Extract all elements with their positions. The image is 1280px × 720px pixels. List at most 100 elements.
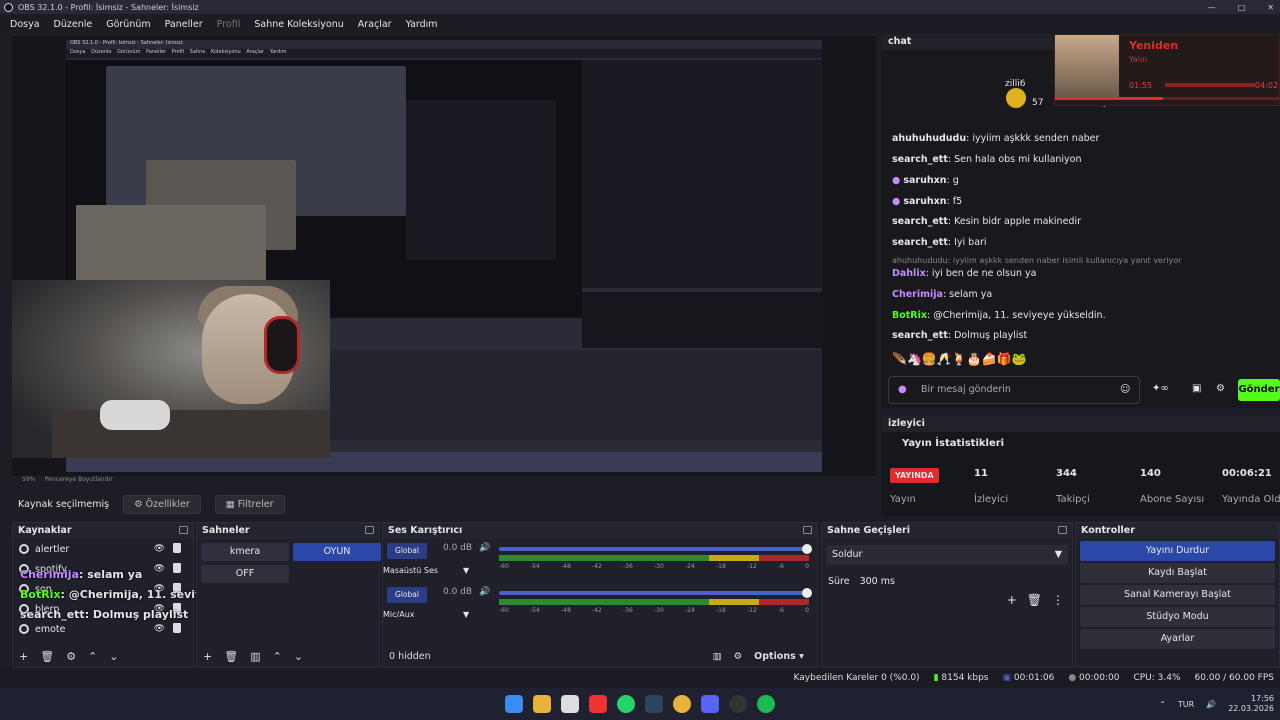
- properties-button[interactable]: ⚙ Özellikler: [123, 494, 201, 514]
- undock-icon[interactable]: [1058, 526, 1067, 534]
- add-scene-icon[interactable]: +: [203, 650, 212, 663]
- scene-off[interactable]: OFF: [201, 565, 289, 583]
- uptime-label: Yayında Olduğu Süre: [1222, 494, 1280, 505]
- transitions-dock: Sahne Geçişleri Soldur ▼ Süre 300 ms + 🗑 …: [821, 522, 1073, 668]
- start-recording-button[interactable]: Kaydı Başlat: [1080, 563, 1275, 583]
- add-transition-icon[interactable]: +: [1007, 593, 1017, 607]
- visibility-eye-icon[interactable]: 👁: [154, 624, 165, 634]
- move-up-icon[interactable]: ⌃: [273, 650, 282, 663]
- scene-kmera[interactable]: kmera: [201, 543, 289, 561]
- start-virtualcam-button[interactable]: Sanal Kamerayı Başlat: [1080, 585, 1275, 605]
- mixer-settings-icon[interactable]: ⚙: [734, 651, 743, 662]
- nested-chat-mini: [406, 100, 556, 260]
- chat-settings-icon[interactable]: ⚙: [1216, 383, 1225, 394]
- menu-araclar[interactable]: Araçlar: [358, 19, 392, 30]
- meter-ticks: -60 -54 -48 -42 -36 -30 -24 -18 -12 -6 0: [499, 563, 809, 570]
- store-icon[interactable]: ▣: [1192, 383, 1201, 394]
- preview-canvas[interactable]: OBS 32.1.0 - Profil: İsimsiz - Sahneler:…: [12, 36, 876, 476]
- menu-dosya[interactable]: Dosya: [10, 19, 40, 30]
- nested-chat: [582, 60, 822, 288]
- tray-chevron-icon[interactable]: ⌃: [1159, 700, 1166, 709]
- options-button[interactable]: Options ▾: [754, 651, 804, 662]
- undock-icon[interactable]: [803, 526, 812, 534]
- start-menu-icon[interactable]: [505, 695, 523, 713]
- send-button[interactable]: Gönder: [1238, 379, 1280, 401]
- duration-field[interactable]: 300 ms: [860, 576, 895, 587]
- zoom-value[interactable]: 59%: [22, 476, 35, 483]
- source-item[interactable]: alertler 👁: [13, 539, 193, 559]
- maximize-button[interactable]: □: [1238, 3, 1246, 12]
- layout-icon[interactable]: ▥: [713, 651, 722, 662]
- move-down-icon[interactable]: ⌄: [294, 650, 303, 663]
- progress-bar: [1055, 97, 1279, 100]
- file-explorer-icon[interactable]: [533, 695, 551, 713]
- remove-scene-icon[interactable]: 🗑: [224, 650, 238, 663]
- chevron-down-icon[interactable]: ▼: [463, 610, 469, 619]
- move-up-icon[interactable]: ⌃: [88, 650, 97, 663]
- gift-icon[interactable]: ✦∞: [1152, 383, 1169, 394]
- source-item[interactable]: emote 👁: [13, 619, 193, 639]
- volume-icon[interactable]: 🔊: [1206, 700, 1216, 709]
- menu-profil[interactable]: Profil: [217, 19, 241, 30]
- scene-oyun[interactable]: OYUN: [293, 543, 381, 561]
- volume-db: 0.0 dB: [443, 543, 473, 553]
- chat-input[interactable]: Bir mesaj gönderin: [888, 376, 1140, 404]
- youtube-icon[interactable]: [589, 695, 607, 713]
- lock-icon[interactable]: [173, 623, 181, 633]
- overlay-chat-line: Cherimija: selam ya: [20, 568, 143, 581]
- overlay-chat-line: search_ett: Dolmuş playlist: [20, 608, 189, 621]
- browser-source-icon: [19, 544, 29, 554]
- notepad-icon[interactable]: [561, 695, 579, 713]
- transition-select[interactable]: Soldur ▼: [826, 545, 1068, 565]
- source-settings-icon[interactable]: ⚙: [66, 650, 76, 663]
- stop-stream-button[interactable]: Yayını Durdur: [1080, 541, 1275, 561]
- whatsapp-icon[interactable]: [617, 695, 635, 713]
- audio-mixer-dock: Ses Karıştırıcı Global 0.0 dB 🔊 -60 -54 -4…: [382, 522, 818, 668]
- duration-row: Süre 300 ms: [828, 575, 895, 587]
- nested-title: OBS 32.1.0 - Profil: İsimsiz - Sahneler:…: [66, 40, 822, 49]
- volume-slider[interactable]: [499, 544, 812, 554]
- chrome-icon[interactable]: [673, 695, 691, 713]
- obs-taskbar-icon[interactable]: [729, 695, 747, 713]
- close-button[interactable]: ✕: [1267, 3, 1274, 12]
- chevron-down-icon[interactable]: ▼: [463, 566, 469, 575]
- settings-button[interactable]: Ayarlar: [1080, 629, 1275, 649]
- studio-mode-button[interactable]: Stüdyo Modu: [1080, 607, 1275, 627]
- menu-paneller[interactable]: Paneller: [165, 19, 203, 30]
- spotify-icon[interactable]: [757, 695, 775, 713]
- remove-transition-icon[interactable]: 🗑: [1027, 593, 1042, 607]
- remove-source-icon[interactable]: 🗑: [40, 650, 54, 663]
- more-options-icon[interactable]: ⋮: [1052, 593, 1064, 607]
- source-toolbar: Kaynak seçilmemiş ⚙ Özellikler ▦ Filtrel…: [12, 492, 876, 516]
- live-badge: YAYINDA: [890, 468, 939, 483]
- zoom-fit-label[interactable]: Pencereye Boyutlandır: [45, 476, 113, 483]
- stats-dock: izleyici Yayın İstatistikleri YAYINDA Ya…: [882, 416, 1280, 516]
- steam-icon[interactable]: [645, 695, 663, 713]
- scene-filter-icon[interactable]: ▥: [250, 650, 260, 663]
- add-source-icon[interactable]: +: [19, 650, 28, 663]
- minimize-button[interactable]: —: [1208, 3, 1216, 12]
- move-down-icon[interactable]: ⌄: [109, 650, 118, 663]
- live-label: Yayın: [890, 494, 916, 505]
- speaker-icon[interactable]: 🔊: [479, 543, 490, 553]
- lock-icon[interactable]: [173, 543, 181, 553]
- emoji-icon[interactable]: ☺: [1120, 384, 1130, 395]
- visibility-eye-icon[interactable]: 👁: [154, 544, 165, 554]
- headphones-image: [264, 316, 300, 374]
- visibility-eye-icon[interactable]: 👁: [154, 564, 165, 574]
- volume-slider[interactable]: [499, 588, 812, 598]
- menu-sahne-koleksiyonu[interactable]: Sahne Koleksiyonu: [254, 19, 343, 30]
- filters-button[interactable]: ▦ Filtreler: [214, 494, 285, 514]
- menu-duzenle[interactable]: Düzenle: [54, 19, 93, 30]
- speaker-icon[interactable]: 🔊: [479, 587, 490, 597]
- undock-icon[interactable]: [365, 526, 374, 534]
- language-indicator[interactable]: TUR: [1178, 700, 1194, 709]
- lock-icon[interactable]: [173, 563, 181, 573]
- discord-icon[interactable]: [701, 695, 719, 713]
- microphone-image: [100, 400, 170, 430]
- menu-yardim[interactable]: Yardım: [406, 19, 438, 30]
- undock-icon[interactable]: [179, 526, 188, 534]
- clock[interactable]: 17:56 22.03.2026: [1228, 694, 1274, 714]
- mic-icon[interactable]: ●: [898, 384, 907, 395]
- menu-gorunum[interactable]: Görünüm: [106, 19, 150, 30]
